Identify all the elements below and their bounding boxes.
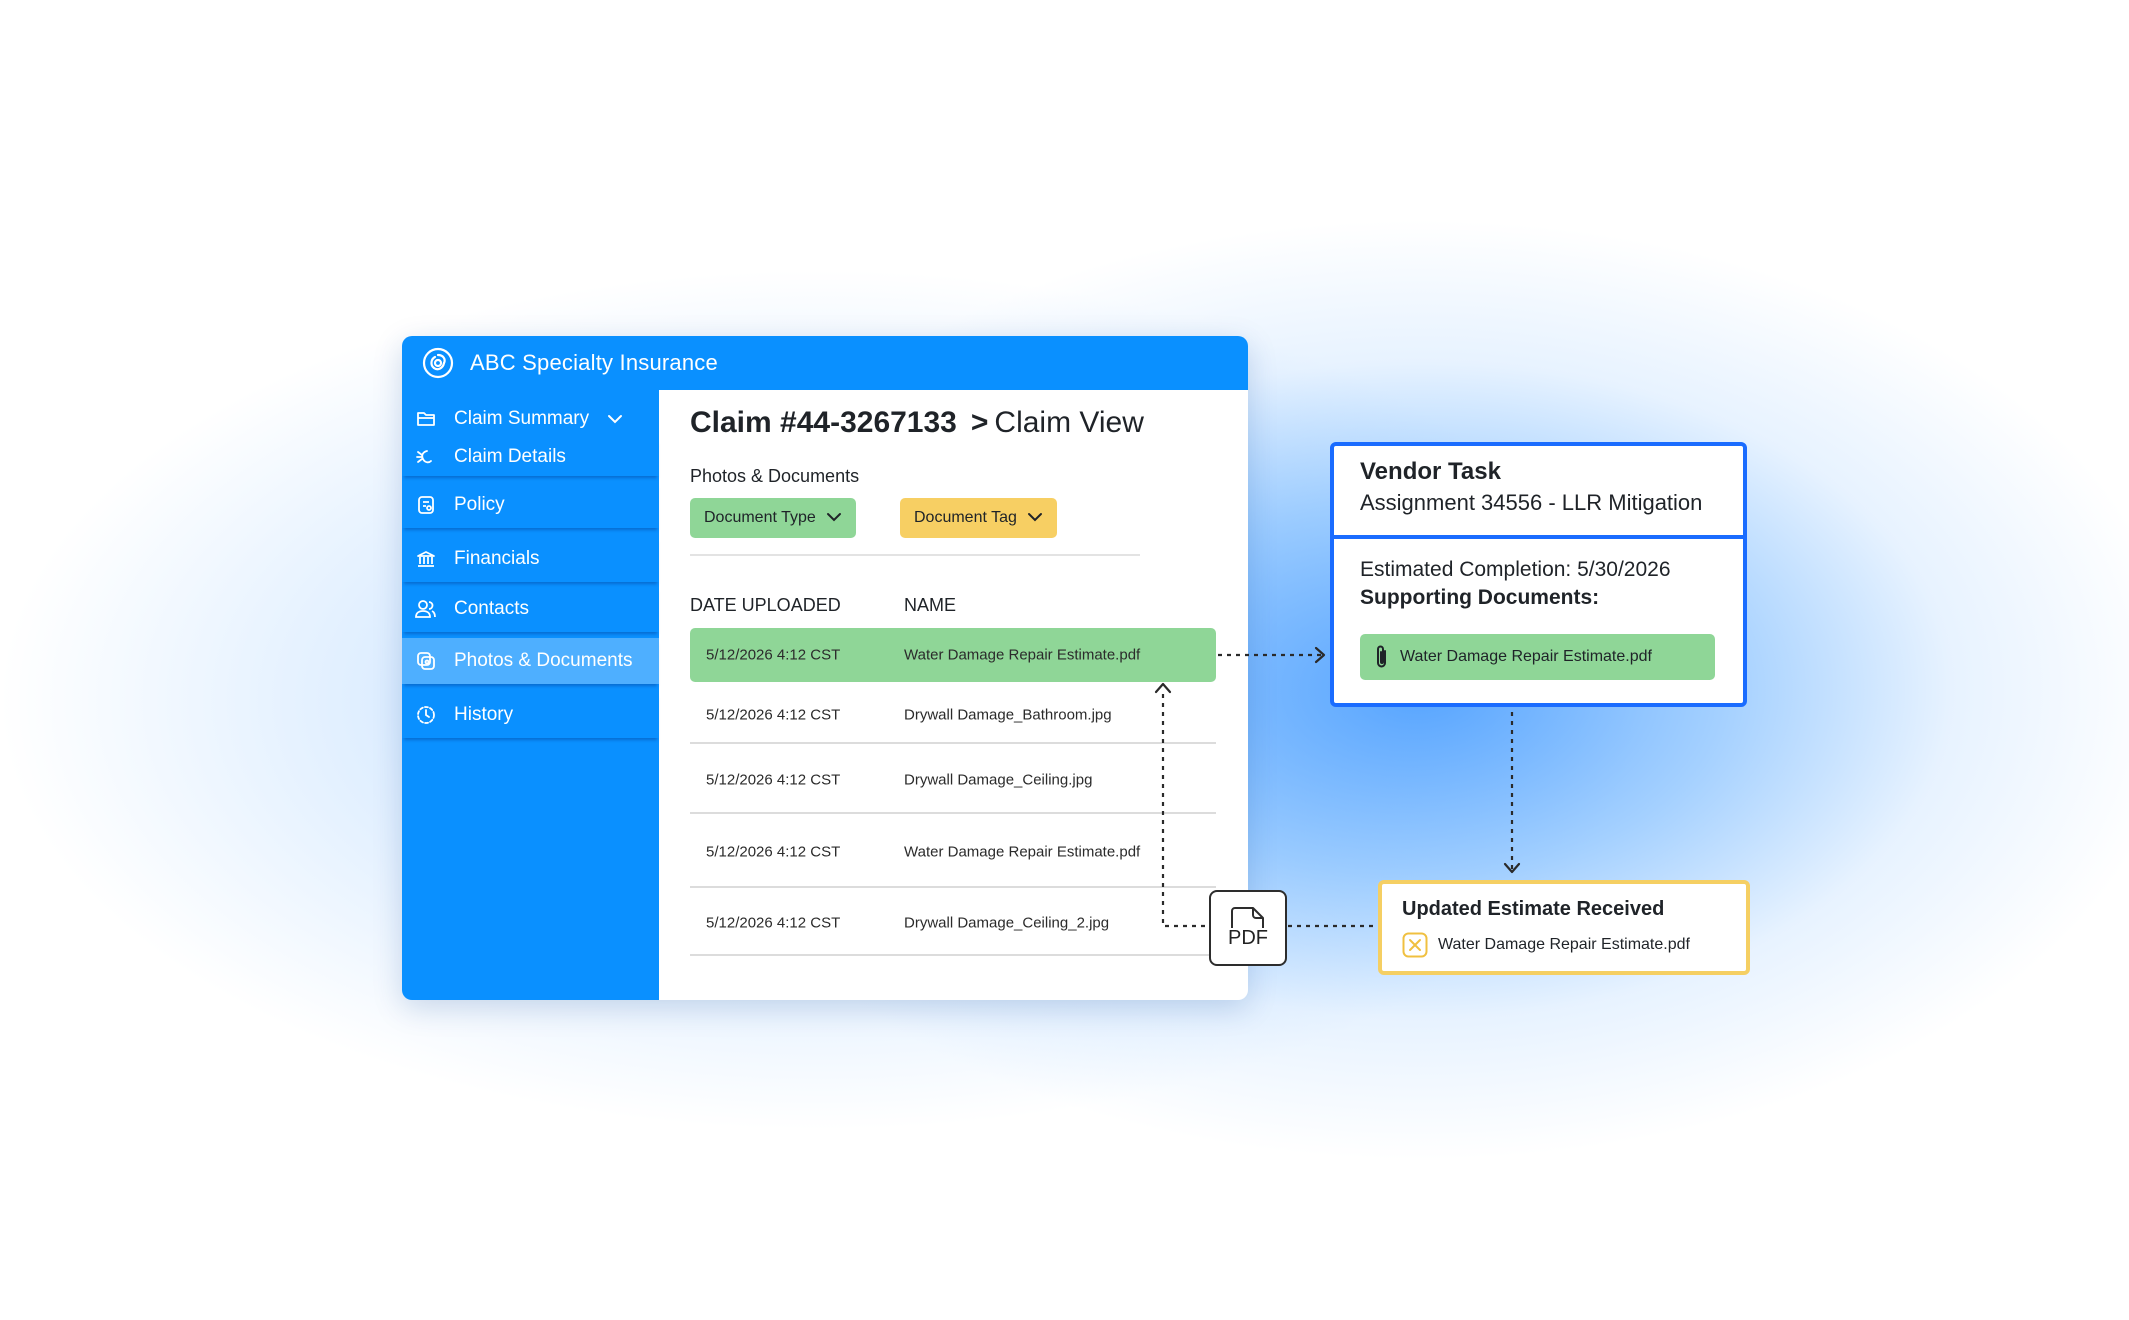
- updated-estimate-card: Updated Estimate Received Water Damage R…: [1378, 880, 1750, 975]
- row-divider: [690, 742, 1216, 744]
- sidebar-item-financials[interactable]: Financials: [402, 536, 659, 582]
- document-icon: [414, 493, 438, 517]
- row-divider: [690, 886, 1216, 888]
- app-title: ABC Specialty Insurance: [470, 350, 718, 375]
- row-date: 5/12/2026 4:12 CST: [706, 843, 841, 861]
- sidebar-nav: Claim Summary Claim Details Policy Finan…: [402, 390, 659, 1000]
- sidebar-item-contacts[interactable]: Contacts: [402, 586, 659, 632]
- row-name[interactable]: Drywall Damage_Ceiling.jpg: [904, 772, 1092, 789]
- view-label: Claim View: [994, 406, 1144, 439]
- row-date: 5/12/2026 4:12 CST: [706, 914, 841, 932]
- sidebar-item-label: Claim Summary: [454, 408, 590, 429]
- bank-icon: [414, 547, 438, 571]
- estimated-completion: Estimated Completion: 5/30/2026: [1360, 558, 1671, 581]
- table-row[interactable]: 5/12/2026 4:12 CST Water Damage Repair E…: [690, 816, 1216, 888]
- sidebar-item-label: Photos & Documents: [454, 650, 633, 671]
- row-date: 5/12/2026 4:12 CST: [706, 646, 841, 664]
- column-header-date[interactable]: DATE UPLOADED: [690, 595, 841, 616]
- chevron-down-icon: [1027, 509, 1043, 527]
- vendor-task-card: Vendor Task Assignment 34556 - LLR Mitig…: [1330, 442, 1747, 707]
- updated-estimate-file[interactable]: Water Damage Repair Estimate.pdf: [1402, 932, 1690, 958]
- users-icon: [414, 597, 438, 621]
- logo-icon: [420, 345, 456, 381]
- clock-icon: [414, 703, 438, 727]
- document-type-label: Document Type: [704, 509, 816, 526]
- row-date: 5/12/2026 4:12 CST: [706, 706, 841, 724]
- sidebar-item-label: Contacts: [454, 598, 529, 619]
- updated-estimate-title: Updated Estimate Received: [1402, 898, 1665, 920]
- claim-number: Claim #44-3267133: [690, 406, 957, 439]
- sidebar-item-history[interactable]: History: [402, 692, 659, 738]
- pdf-file-icon[interactable]: PDF: [1209, 890, 1287, 966]
- attachment-chip[interactable]: Water Damage Repair Estimate.pdf: [1360, 634, 1715, 680]
- table-row[interactable]: 5/12/2026 4:12 CST Drywall Damage_Ceilin…: [690, 890, 1216, 956]
- chevron-down-icon[interactable]: [607, 408, 623, 430]
- row-name[interactable]: Drywall Damage_Ceiling_2.jpg: [904, 915, 1109, 932]
- row-name[interactable]: Drywall Damage_Bathroom.jpg: [904, 707, 1112, 724]
- vendor-task-header: Vendor Task Assignment 34556 - LLR Mitig…: [1334, 446, 1743, 539]
- table-row[interactable]: 5/12/2026 4:12 CST Drywall Damage_Bathro…: [690, 686, 1216, 744]
- file-outline-icon: [1231, 906, 1264, 928]
- row-date: 5/12/2026 4:12 CST: [706, 771, 841, 789]
- row-divider: [690, 954, 1216, 956]
- sidebar-item-claim-details[interactable]: Claim Details: [402, 438, 659, 476]
- vendor-task-title: Vendor Task: [1360, 458, 1501, 485]
- sidebar-item-policy[interactable]: Policy: [402, 482, 659, 528]
- attachment-name: Water Damage Repair Estimate.pdf: [1400, 648, 1652, 665]
- paperclip-icon: [1374, 644, 1390, 670]
- photos-icon: [414, 649, 438, 673]
- row-divider: [690, 812, 1216, 814]
- sidebar-item-claim-summary[interactable]: Claim Summary: [402, 400, 659, 438]
- breadcrumb-separator: >: [970, 406, 989, 439]
- table-row[interactable]: 5/12/2026 4:12 CST Water Damage Repair E…: [690, 628, 1216, 682]
- column-header-name[interactable]: NAME: [904, 595, 956, 616]
- vendor-task-assignment: Assignment 34556 - LLR Mitigation: [1360, 490, 1703, 515]
- sidebar-item-label: Financials: [454, 548, 540, 569]
- sidebar-item-label: History: [454, 704, 514, 725]
- supporting-documents-label: Supporting Documents:: [1360, 586, 1600, 609]
- sidebar-item-label: Policy: [454, 494, 505, 515]
- app-titlebar: ABC Specialty Insurance: [402, 336, 1248, 390]
- document-type-filter[interactable]: Document Type: [690, 498, 856, 538]
- document-tag-filter[interactable]: Document Tag: [900, 498, 1057, 538]
- row-name[interactable]: Water Damage Repair Estimate.pdf: [904, 647, 1140, 664]
- row-name[interactable]: Water Damage Repair Estimate.pdf: [904, 844, 1140, 861]
- document-tag-label: Document Tag: [914, 509, 1017, 526]
- main-panel: Claim #44-3267133 > Claim View Photos & Do…: [659, 390, 1248, 1000]
- table-row[interactable]: 5/12/2026 4:12 CST Drywall Damage_Ceilin…: [690, 746, 1216, 814]
- sidebar-item-photos-documents[interactable]: Photos & Documents: [402, 638, 659, 684]
- updated-estimate-filename: Water Damage Repair Estimate.pdf: [1438, 936, 1690, 953]
- sparkle-icon: [414, 445, 438, 469]
- section-label: Photos & Documents: [690, 466, 860, 486]
- claims-app-window: ABC Specialty Insurance Claim Summary Cl…: [402, 336, 1248, 1000]
- filter-divider: [690, 554, 1140, 556]
- page-title: Claim #44-3267133 > Claim View: [690, 406, 1144, 440]
- chevron-down-icon: [826, 509, 842, 527]
- close-icon[interactable]: [1402, 932, 1428, 958]
- folder-icon: [414, 407, 438, 431]
- pdf-label: PDF: [1228, 926, 1268, 949]
- sidebar-item-label: Claim Details: [454, 446, 566, 467]
